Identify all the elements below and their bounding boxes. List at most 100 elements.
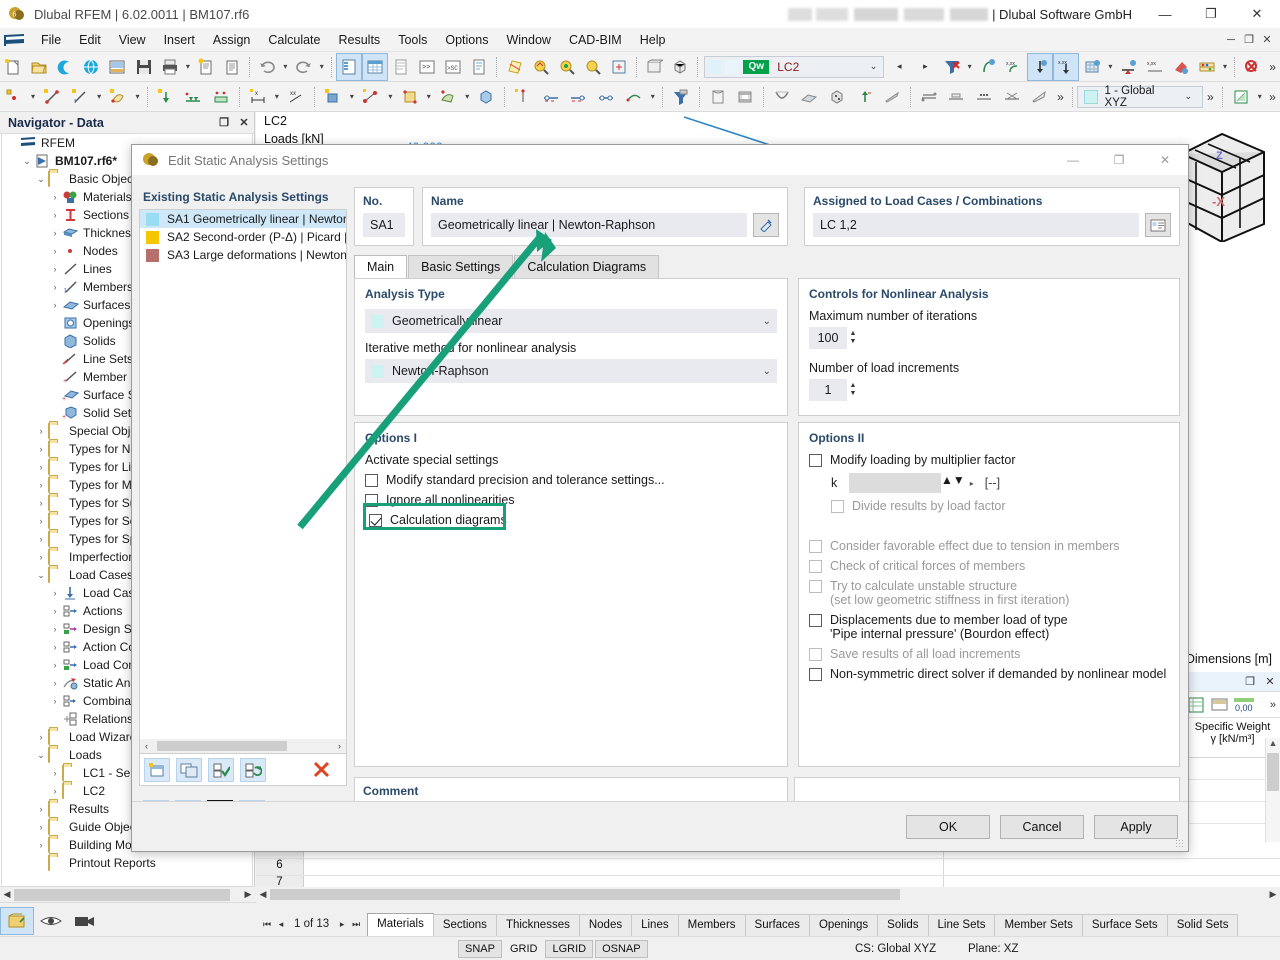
tree-expander[interactable]: › (48, 588, 62, 598)
checkbox-critical-forces[interactable]: Check of critical forces of members (809, 559, 1169, 573)
tree-expander[interactable]: ⌄ (34, 570, 48, 581)
menu-item-results[interactable]: Results (330, 30, 390, 50)
sheet-scroll-thumb[interactable] (270, 889, 900, 900)
list-scroll-track[interactable] (153, 741, 333, 751)
tab-solids[interactable]: Solids (877, 914, 929, 936)
project-navigator-icon[interactable] (0, 906, 34, 935)
sheet-scroll-right-arrow[interactable]: ▶ (1266, 889, 1280, 900)
table-panel-close-button[interactable]: ✕ (1260, 675, 1280, 688)
line-load-icon[interactable] (358, 84, 384, 110)
loads-down-icon[interactable] (1026, 52, 1054, 81)
list-item[interactable]: SA3 Large deformations | Newton-Raphson (140, 246, 346, 264)
tab-basic-settings[interactable]: Basic Settings (408, 255, 514, 278)
menu-item-edit[interactable]: Edit (70, 30, 110, 50)
resize-grip[interactable] (1175, 839, 1185, 849)
menu-item-options[interactable]: Options (436, 30, 497, 50)
taper-icon[interactable] (879, 84, 905, 110)
tree-expander[interactable]: › (34, 444, 48, 454)
navigator-close-button[interactable]: ✕ (234, 116, 254, 129)
member-result-n-icon[interactable] (916, 84, 942, 110)
surface-load-icon[interactable] (397, 84, 423, 110)
stepper-arrows[interactable]: ▲ ▼ (847, 327, 859, 349)
script-icon[interactable]: >SC (441, 54, 465, 80)
navigator-panel-icon[interactable] (335, 52, 362, 81)
document-close-button[interactable]: ✕ (1258, 31, 1276, 49)
tree-expander[interactable]: › (48, 210, 62, 220)
checkbox-modify-loading[interactable]: Modify loading by multiplier factor (809, 453, 1169, 467)
objects-toolbar-overflow[interactable]: » (1053, 90, 1068, 104)
k-expand-arrow[interactable]: ▸ (965, 479, 979, 488)
member-result-m-icon[interactable] (971, 84, 997, 110)
open-model-icon[interactable] (27, 54, 51, 80)
load-increments-stepper[interactable]: 1 ▲ ▼ (809, 379, 1169, 401)
tree-expander[interactable]: › (48, 678, 62, 688)
eccentricity-icon[interactable] (621, 84, 647, 110)
dimension-icon[interactable]: x (245, 84, 271, 110)
camera-icon[interactable] (68, 907, 102, 935)
osnap-toggle[interactable]: OSNAP (595, 939, 648, 958)
max-iterations-stepper[interactable]: 100 ▲ ▼ (809, 327, 1169, 349)
new-member-icon[interactable]: I (67, 84, 93, 110)
free-load-icon[interactable] (435, 84, 461, 110)
snap-toggle[interactable]: SNAP (458, 939, 502, 958)
tab-solid-sets[interactable]: Solid Sets (1166, 914, 1239, 936)
right-toolbar-overflow[interactable]: » (1265, 90, 1280, 104)
dialog-minimize-button[interactable]: — (1050, 145, 1096, 175)
animation-icon[interactable] (732, 84, 758, 110)
move-up-icon[interactable] (852, 84, 878, 110)
tree-expander[interactable]: ⌄ (20, 156, 34, 167)
support-line-icon[interactable] (181, 84, 207, 110)
menu-item-tools[interactable]: Tools (389, 30, 436, 50)
menu-item-help[interactable]: Help (631, 30, 675, 50)
tree-expander[interactable]: ⌄ (34, 750, 48, 761)
table-export-icon[interactable] (1228, 84, 1254, 110)
list-item[interactable]: SA2 Second-order (P-Δ) | Picard | 100 (140, 228, 346, 246)
deformation-icon[interactable] (769, 84, 795, 110)
new-line-icon[interactable] (39, 84, 65, 110)
dialog-maximize-button[interactable]: ❐ (1096, 145, 1142, 175)
checkbox-box[interactable] (809, 540, 822, 553)
undo-dropdown-caret[interactable]: ▾ (280, 62, 290, 71)
table-export-dropdown-caret[interactable]: ▾ (1254, 92, 1265, 101)
surface-load-dropdown-caret[interactable]: ▾ (423, 92, 434, 101)
load-increments-value[interactable]: 1 (809, 379, 847, 401)
tree-expander[interactable]: › (34, 732, 48, 742)
visibility-icon[interactable] (34, 907, 68, 935)
list-scroll-left-arrow[interactable]: ‹ (140, 741, 153, 751)
section-view-icon[interactable] (705, 84, 731, 110)
new-page-icon[interactable] (194, 54, 218, 80)
filter-view-icon[interactable] (668, 84, 694, 110)
tree-expander[interactable]: › (48, 624, 62, 634)
table-panel-icon[interactable] (361, 52, 389, 81)
table-edit-icon[interactable] (1207, 697, 1231, 712)
checkbox-bourdon-effect[interactable]: Displacements due to member load of type… (809, 613, 1169, 641)
close-button[interactable]: ✕ (1234, 0, 1280, 28)
tree-expander[interactable]: › (48, 660, 62, 670)
dialog-close-button[interactable]: ✕ (1142, 145, 1188, 175)
tree-expander[interactable]: › (34, 462, 48, 472)
document-minimize-button[interactable]: ─ (1222, 31, 1240, 49)
checkbox-box[interactable] (809, 454, 822, 467)
chevron-down-icon[interactable]: ⌄ (763, 366, 771, 377)
checkbox-nonsymmetric-solver[interactable]: Non-symmetric direct solver if demanded … (809, 667, 1169, 681)
apply-button[interactable]: Apply (1094, 814, 1178, 839)
nodal-load-icon[interactable] (320, 84, 346, 110)
solid-results-icon[interactable] (824, 84, 850, 110)
tree-expander[interactable]: › (34, 534, 48, 544)
existing-settings-list[interactable]: SA1 Geometrically linear | Newton-Raphso… (139, 209, 347, 754)
table-panel-float-button[interactable]: ❐ (1240, 675, 1260, 688)
menu-item-insert[interactable]: Insert (155, 30, 204, 50)
sheet-cell[interactable] (304, 859, 944, 875)
k-factor-row[interactable]: k ▲▼ ▸ [--] (831, 473, 1169, 493)
checkbox-box[interactable] (365, 474, 378, 487)
print-dropdown-caret[interactable]: ▾ (183, 62, 193, 71)
new-node-dropdown-caret[interactable]: ▾ (28, 92, 39, 101)
tree-expander[interactable]: › (34, 480, 48, 490)
list-scroll-thumb[interactable] (157, 741, 287, 751)
cloud-icon[interactable] (53, 54, 77, 80)
menu-item-assign[interactable]: Assign (204, 30, 260, 50)
new-model-icon[interactable] (1, 54, 25, 80)
loads-values-down-icon[interactable]: x.xx (1053, 52, 1080, 81)
menu-item-cad-bim[interactable]: CAD-BIM (560, 30, 631, 50)
tree-expander[interactable]: › (48, 192, 62, 202)
